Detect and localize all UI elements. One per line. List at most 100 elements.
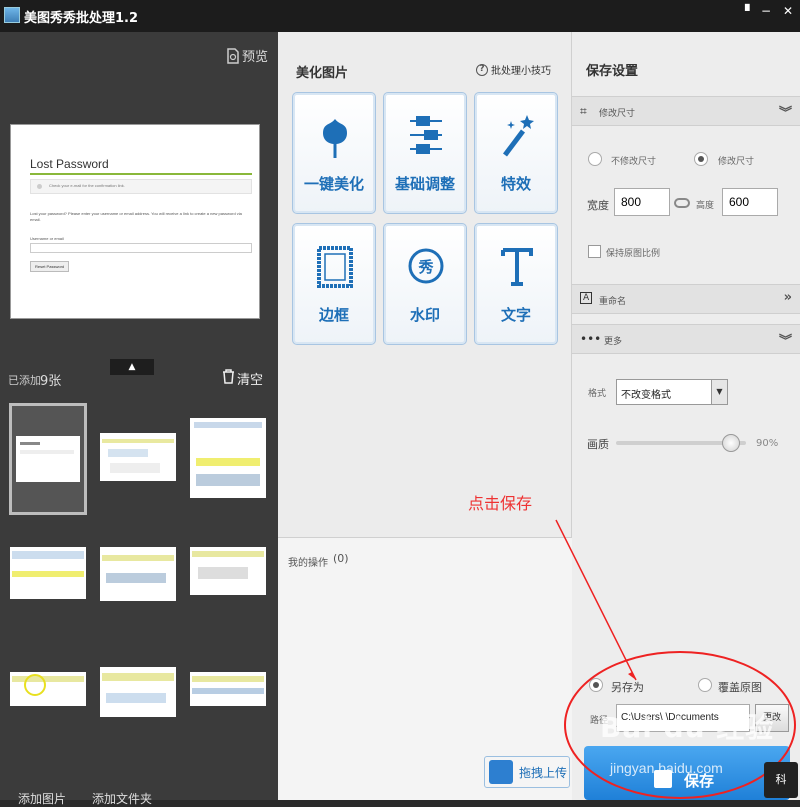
format-value: 不改变格式: [621, 390, 671, 401]
watermark-text: Bai du 经验: [600, 711, 775, 744]
chevron-right-icon: »: [783, 290, 792, 305]
preview-reset-button: Reset Password: [30, 261, 70, 272]
resize-radio[interactable]: [694, 152, 708, 166]
preview-field-label: Username or email: [30, 236, 64, 241]
keep-ratio-checkbox[interactable]: [588, 245, 601, 258]
text-icon: [501, 248, 533, 286]
resize-section-header[interactable]: ⌗ 修改尺寸 ︾: [572, 96, 800, 126]
width-input[interactable]: [614, 188, 670, 216]
resize-section-label: 修改尺寸: [599, 109, 636, 119]
rename-section-label: 重命名: [599, 297, 627, 307]
no-resize-label: 不修改尺寸: [611, 157, 657, 167]
chevron-down-icon: ︾: [778, 106, 792, 121]
more-section-label: 更多: [604, 337, 623, 347]
beautify-title: 美化图片: [296, 66, 349, 81]
chevron-down-icon: ︾: [778, 334, 792, 349]
app-icon: [4, 7, 20, 23]
corner-badge: 科: [764, 762, 798, 798]
tool-label: 文字: [500, 306, 531, 324]
height-label: 高度: [696, 201, 715, 211]
tool-label: 基础调整: [394, 175, 455, 193]
close-button[interactable]: ✕: [780, 3, 796, 19]
tool-label: 一键美化: [303, 175, 364, 193]
add-image-button[interactable]: 添加图片: [18, 790, 66, 807]
preview-field: [30, 243, 252, 253]
add-image-label: 添加图片: [18, 792, 67, 806]
tulip-icon: [323, 119, 347, 158]
quality-slider-handle[interactable]: [722, 434, 740, 452]
drag-upload-button[interactable]: 拖拽上传: [484, 756, 570, 788]
upload-icon: [489, 760, 513, 784]
one-click-beautify-button[interactable]: 一键美化: [292, 92, 376, 214]
crop-icon: ⌗: [580, 104, 587, 118]
save-settings-title: 保存设置: [586, 64, 639, 79]
preview-notice: Check your e-mail for the confirmation l…: [30, 179, 252, 194]
height-input[interactable]: [722, 188, 778, 216]
upload-label: 拖拽上传: [519, 765, 568, 780]
preview-icon: [227, 47, 239, 64]
quality-value: 90%: [756, 438, 779, 449]
tool-label: 边框: [318, 306, 349, 324]
added-label: 已添加: [8, 374, 41, 387]
clear-button[interactable]: 清空: [222, 369, 263, 388]
window-title: 美图秀秀批处理1.2: [24, 11, 139, 26]
frame-button[interactable]: 边框: [292, 223, 376, 345]
more-section-header[interactable]: ••• 更多 ︾: [572, 324, 800, 354]
thumbnail-7[interactable]: [10, 672, 86, 706]
watermark-button[interactable]: 秀 水印: [383, 223, 467, 345]
thumbnail-6[interactable]: [190, 547, 266, 595]
text-button[interactable]: 文字: [474, 223, 558, 345]
more-icon: •••: [580, 332, 602, 346]
effects-button[interactable]: 特效: [474, 92, 558, 214]
format-select[interactable]: 不改变格式 ▼: [616, 379, 728, 405]
rename-icon: A: [580, 292, 593, 304]
watermark-url: jingyan.baidu.com: [610, 760, 723, 776]
thumbnail-3[interactable]: [190, 418, 266, 498]
thumbnail-8[interactable]: [100, 667, 176, 717]
preview-title-underline: [30, 173, 252, 175]
svg-text:秀: 秀: [417, 258, 434, 276]
clear-label: 清空: [237, 373, 264, 388]
keep-ratio-label: 保持原图比例: [606, 249, 661, 259]
no-resize-radio[interactable]: [588, 152, 602, 166]
preview-image: Lost Password Check your e-mail for the …: [10, 124, 260, 319]
preview-button[interactable]: 预览: [226, 46, 268, 65]
format-label: 格式: [588, 389, 607, 399]
sliders-icon: [410, 116, 442, 154]
tool-label: 水印: [409, 306, 440, 324]
minimize-button[interactable]: −: [758, 3, 774, 19]
thumbnail-9[interactable]: [190, 672, 266, 706]
trash-icon: [223, 369, 234, 384]
preview-page-title: Lost Password: [30, 157, 109, 171]
resize-label: 修改尺寸: [718, 157, 755, 167]
magic-wand-icon: [503, 115, 534, 157]
dropdown-arrow-icon: ▼: [711, 380, 727, 404]
preview-body: Lost your password? Please enter your us…: [30, 211, 242, 222]
operations-label: 我的操作: [288, 558, 328, 569]
collapse-toggle[interactable]: ▲: [110, 359, 154, 375]
operations-count: (0): [333, 552, 349, 565]
annotation-text: 点击保存: [468, 494, 533, 513]
width-label: 宽度: [587, 199, 609, 212]
add-folder-button[interactable]: 添加文件夹: [92, 790, 152, 807]
thumbnail-1[interactable]: [9, 403, 87, 515]
left-panel: 预览 Lost Password Check your e-mail for t…: [0, 32, 278, 806]
thumbnail-5[interactable]: [100, 547, 176, 601]
link-ratio-icon[interactable]: [674, 198, 690, 208]
rename-section-header[interactable]: A 重命名 »: [572, 284, 800, 314]
preview-label: 预览: [242, 50, 269, 65]
tips-link[interactable]: ? 批处理小技巧: [476, 62, 551, 77]
help-icon: ?: [476, 63, 488, 76]
frame-icon: [317, 246, 353, 288]
added-count: 9张: [40, 374, 62, 389]
title-bar: 美图秀秀批处理1.2 ▝ − ✕: [0, 0, 800, 32]
add-folder-label: 添加文件夹: [92, 792, 153, 806]
basic-adjust-button[interactable]: 基础调整: [383, 92, 467, 214]
thumbnail-2[interactable]: [100, 433, 176, 481]
tips-label: 批处理小技巧: [491, 66, 551, 77]
pin-icon[interactable]: ▝: [737, 3, 753, 19]
watermark-icon: 秀: [408, 248, 444, 284]
quality-label: 画质: [587, 438, 609, 451]
tool-label: 特效: [500, 175, 531, 193]
thumbnail-4[interactable]: [10, 547, 86, 599]
